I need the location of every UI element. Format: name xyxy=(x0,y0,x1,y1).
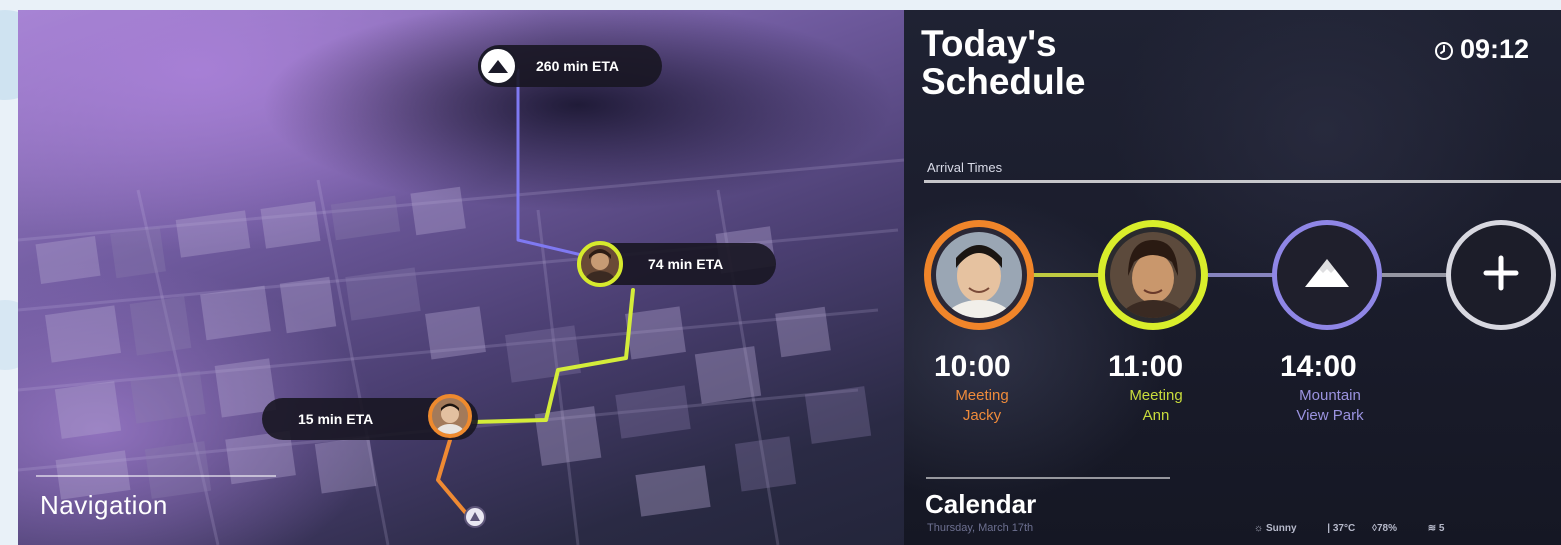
event-label: Mountain View Park xyxy=(1265,386,1395,426)
event-label: Meeting Ann xyxy=(1091,386,1221,426)
event-avatar-ann[interactable] xyxy=(1098,220,1208,330)
weather-wind: ≋ 5 xyxy=(1427,523,1445,534)
arrival-times-label: Arrival Times xyxy=(927,160,1003,175)
avatar xyxy=(1110,232,1196,318)
calendar-title[interactable]: Calendar xyxy=(925,489,1036,520)
navigation-divider xyxy=(36,475,276,477)
weather-bar: ☼ Sunny | 37°C ◊78% ≋ 5 xyxy=(1254,523,1472,534)
plus-icon xyxy=(1476,248,1526,303)
clock-time: 09:12 xyxy=(1460,34,1530,64)
event-label: Meeting Jacky xyxy=(917,386,1047,426)
ann-avatar-pin[interactable] xyxy=(577,241,623,287)
current-location-icon xyxy=(464,506,486,528)
avatar xyxy=(936,232,1022,318)
event-avatar-jacky[interactable] xyxy=(924,220,1034,330)
navigation-map[interactable]: 260 min ETA 74 min ETA 15 min ETA Naviga… xyxy=(18,10,904,545)
weather-temperature: | 37°C xyxy=(1327,523,1356,534)
calendar-divider xyxy=(926,477,1170,479)
route-jacky xyxy=(436,438,472,520)
arrival-times-divider xyxy=(924,180,1561,183)
dashboard-screen: 260 min ETA 74 min ETA 15 min ETA Naviga… xyxy=(18,10,1561,545)
event-icon-mountain[interactable] xyxy=(1272,220,1382,330)
mountain-icon xyxy=(1297,243,1357,308)
weather-condition: ☼ Sunny xyxy=(1254,523,1297,534)
navigation-title: Navigation xyxy=(40,490,168,520)
event-time: 14:00 xyxy=(1280,350,1357,383)
mountain-pin-icon[interactable] xyxy=(478,46,518,86)
clock-icon xyxy=(1434,37,1454,68)
city-blocks xyxy=(35,186,872,517)
event-label-line: Jacky xyxy=(962,407,1002,424)
clock: 09:12 xyxy=(1434,34,1529,68)
event-time: 10:00 xyxy=(934,350,1011,383)
route-mountain xyxy=(516,68,605,262)
schedule-title: Today's Schedule xyxy=(921,23,1086,102)
add-event-button[interactable] xyxy=(1446,220,1556,330)
event-label-line: Mountain xyxy=(1299,387,1361,404)
calendar-date: Thursday, March 17th xyxy=(927,522,1034,534)
schedule-panel: Today's Schedule 09:12 Arrival Times 10:… xyxy=(904,10,1561,545)
jacky-avatar-pin[interactable] xyxy=(428,394,472,438)
weather-humidity: ◊78% xyxy=(1372,523,1397,534)
event-label-line: Ann xyxy=(1142,407,1170,424)
event-time: 11:00 xyxy=(1108,350,1184,383)
event-label-line: Meeting xyxy=(1129,387,1183,404)
map-canvas xyxy=(18,68,904,545)
event-label-line: Meeting xyxy=(955,387,1009,404)
event-label-line: View Park xyxy=(1296,407,1364,424)
